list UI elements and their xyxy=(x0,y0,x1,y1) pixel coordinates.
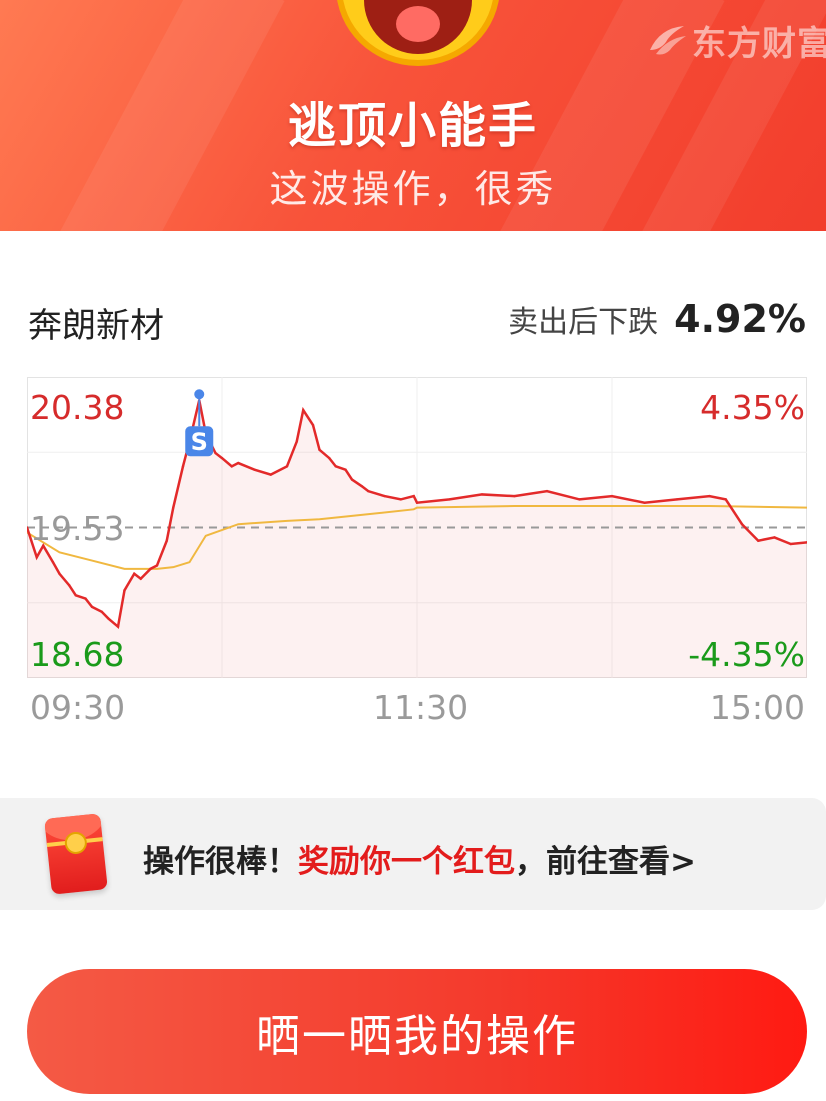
price-point xyxy=(708,494,711,498)
price-point xyxy=(107,617,110,620)
price-point xyxy=(302,408,305,412)
price-point xyxy=(58,572,61,575)
price-point xyxy=(139,577,142,580)
reward-link[interactable]: ，前往查看> xyxy=(515,844,696,880)
price-point xyxy=(350,478,354,481)
price-point xyxy=(789,542,792,546)
price-point xyxy=(318,448,321,452)
achievement-title: 逃顶小能手 xyxy=(287,98,538,154)
y-tick-low-pct: -4.35% xyxy=(688,635,805,674)
x-tick-close: 15:00 xyxy=(709,688,805,727)
drop-value: 4.92% xyxy=(674,297,806,341)
mascot-face-icon xyxy=(336,0,500,66)
y-tick-high: 20.38 xyxy=(30,388,125,427)
price-point xyxy=(116,625,120,628)
price-point xyxy=(51,561,55,564)
red-envelope-icon xyxy=(44,813,108,895)
price-point xyxy=(165,539,168,542)
result-banner: 东方财富 逃顶小能手 这波操作，很秀 xyxy=(0,0,826,231)
price-point xyxy=(412,494,415,498)
price-point xyxy=(214,451,217,455)
price-point xyxy=(155,564,159,567)
intraday-chart: S xyxy=(27,377,807,678)
reward-praise: 操作很棒！ xyxy=(143,844,298,880)
price-point xyxy=(610,494,614,498)
price-point xyxy=(237,461,240,465)
price-point xyxy=(35,556,38,559)
price-point xyxy=(578,498,581,501)
price-point xyxy=(399,498,402,501)
price-point xyxy=(123,589,126,592)
price-point xyxy=(643,501,646,504)
reward-banner[interactable]: 操作很棒！奖励你一个红包，前往查看> xyxy=(0,798,826,910)
y-tick-low: 18.68 xyxy=(30,635,125,674)
price-point xyxy=(133,572,136,575)
price-point xyxy=(68,584,71,587)
reward-highlight: 奖励你一个红包 xyxy=(298,844,515,880)
price-point xyxy=(675,498,679,501)
price-point xyxy=(724,498,727,501)
x-tick-open: 09:30 xyxy=(30,688,126,727)
price-point xyxy=(513,494,516,498)
achievement-subtitle: 这波操作，很秀 xyxy=(269,167,557,211)
price-point xyxy=(545,489,549,493)
price-point xyxy=(230,465,233,468)
stock-name: 奔朗新材 xyxy=(28,306,164,346)
price-point xyxy=(757,539,760,542)
reward-message[interactable]: 操作很棒！奖励你一个红包，前往查看> xyxy=(143,836,696,881)
price-point xyxy=(383,494,386,498)
price-point xyxy=(220,456,224,460)
price-point xyxy=(773,536,776,539)
price-point xyxy=(90,605,94,609)
y-tick-high-pct: 4.35% xyxy=(700,388,805,427)
price-point xyxy=(295,440,298,443)
price-point xyxy=(334,465,337,468)
x-tick-midday: 11:30 xyxy=(373,688,469,727)
y-tick-reference: 19.53 xyxy=(30,509,125,548)
price-point xyxy=(311,423,315,427)
price-point xyxy=(740,522,744,526)
price-point xyxy=(285,465,289,468)
sell-point-dot xyxy=(194,389,205,400)
share-operation-button[interactable]: 晒一晒我的操作 xyxy=(27,969,807,1094)
price-point xyxy=(84,597,87,600)
price-point xyxy=(328,456,331,460)
price-point xyxy=(269,473,272,476)
drop-label: 卖出后下跌 xyxy=(508,305,659,340)
price-point xyxy=(360,484,363,488)
brand-logo-icon xyxy=(650,26,686,55)
price-point xyxy=(415,501,419,504)
price-point xyxy=(253,468,256,471)
price-point xyxy=(100,610,103,613)
brand-name: 东方财富 xyxy=(692,23,826,64)
price-point xyxy=(448,498,451,501)
price-point xyxy=(367,489,370,493)
brand-watermark: 东方财富 xyxy=(646,20,826,64)
drop-summary: 卖出后下跌 4.92% xyxy=(508,297,806,341)
price-point xyxy=(181,465,185,468)
price-point xyxy=(149,567,152,571)
price-point xyxy=(74,594,77,597)
price-point xyxy=(344,468,347,471)
price-point xyxy=(480,493,484,496)
sell-badge-label: S xyxy=(191,428,208,456)
price-point xyxy=(172,506,175,509)
